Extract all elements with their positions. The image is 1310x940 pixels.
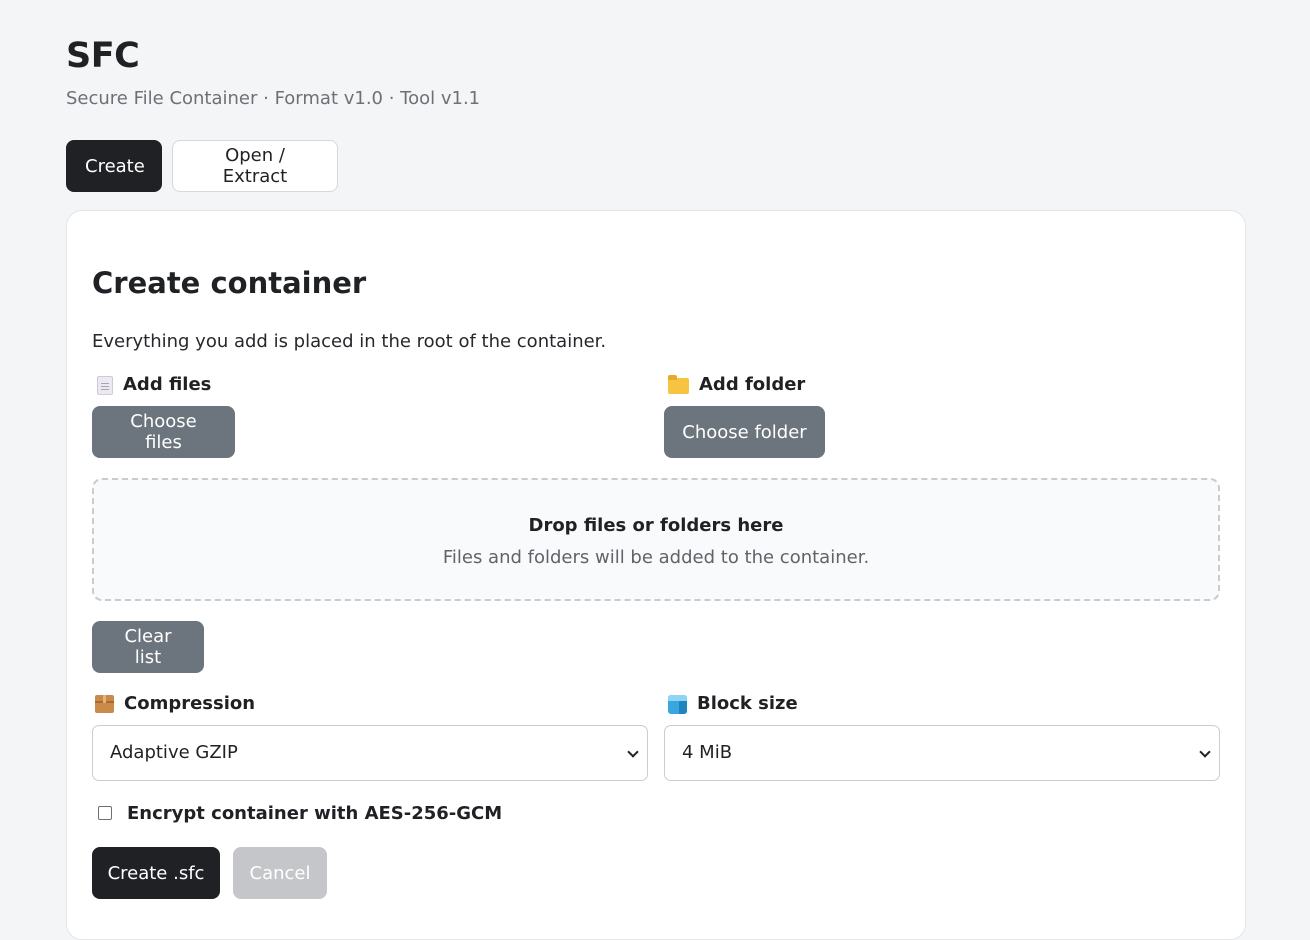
choose-folder-button[interactable]: Choose folder — [664, 406, 825, 458]
encrypt-label[interactable]: Encrypt container with AES-256-GCM — [127, 802, 502, 826]
clear-list-button[interactable]: Clear list — [92, 621, 204, 673]
chevron-down-icon — [1199, 746, 1211, 758]
app-title: SFC — [66, 36, 140, 76]
block-size-label-group: Block size — [668, 692, 798, 716]
add-files-label: Add files — [123, 374, 212, 395]
create-sfc-button[interactable]: Create .sfc — [92, 847, 220, 899]
choose-files-button[interactable]: Choose files — [92, 406, 235, 458]
compression-select[interactable]: Adaptive GZIP — [92, 725, 648, 781]
add-folder-label-group: Add folder — [668, 373, 805, 397]
tab-open-extract[interactable]: Open / Extract — [172, 140, 338, 192]
compression-label: Compression — [124, 693, 256, 714]
cube-icon — [668, 694, 687, 714]
create-container-card: Create container Everything you add is p… — [66, 210, 1246, 940]
card-description: Everything you add is placed in the root… — [92, 331, 607, 352]
document-icon — [97, 375, 113, 395]
folder-icon — [668, 375, 689, 394]
cancel-button[interactable]: Cancel — [233, 847, 327, 899]
compression-selected-value: Adaptive GZIP — [110, 742, 238, 763]
block-size-selected-value: 4 MiB — [682, 742, 733, 763]
dropzone-title: Drop files or folders here — [528, 515, 784, 536]
tab-create[interactable]: Create — [66, 140, 162, 192]
package-icon — [95, 695, 114, 713]
add-files-label-group: Add files — [95, 373, 211, 397]
add-folder-label: Add folder — [699, 374, 806, 395]
dropzone-subtitle: Files and folders will be added to the c… — [442, 547, 870, 568]
block-size-select[interactable]: 4 MiB — [664, 725, 1220, 781]
card-title: Create container — [92, 266, 367, 300]
app-subtitle: Secure File Container · Format v1.0 · To… — [66, 88, 481, 109]
block-size-label: Block size — [697, 693, 798, 714]
chevron-down-icon — [627, 746, 639, 758]
page: SFC Secure File Container · Format v1.0 … — [0, 0, 1310, 940]
dropzone[interactable]: Drop files or folders here Files and fol… — [92, 478, 1220, 601]
compression-label-group: Compression — [95, 692, 255, 716]
encrypt-checkbox[interactable] — [98, 806, 112, 820]
